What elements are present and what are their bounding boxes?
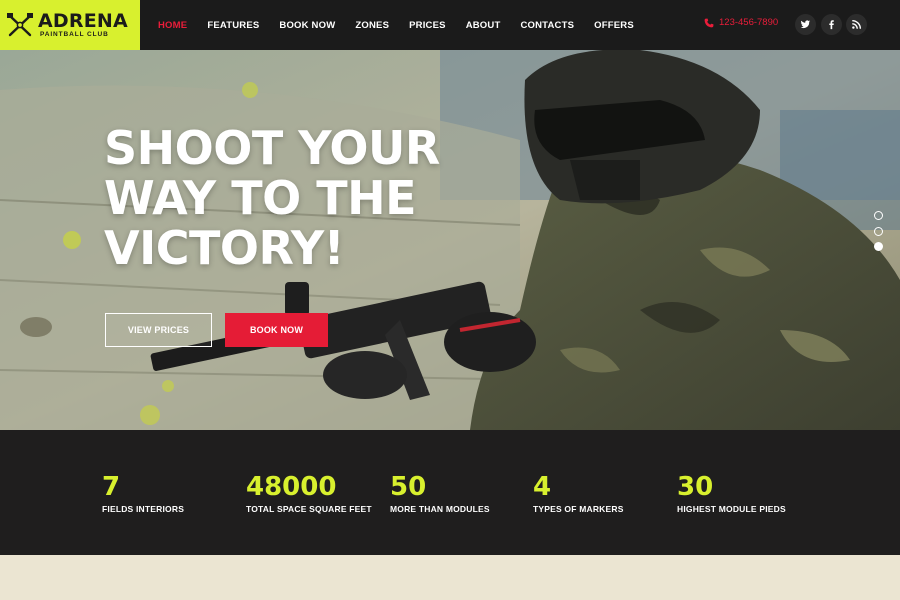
hero-headline-line-1: SHOOT YOUR bbox=[104, 121, 440, 175]
stat-value: 30 bbox=[677, 472, 714, 502]
site-header: ADRENA PAINTBALL CLUB HOME FEATURES BOOK… bbox=[0, 0, 900, 50]
main-nav: HOME FEATURES BOOK NOW ZONES PRICES ABOU… bbox=[158, 0, 654, 50]
twitter-button[interactable] bbox=[795, 14, 816, 35]
phone-number: 123-456-7890 bbox=[719, 17, 779, 28]
brand-name: ADRENA bbox=[38, 10, 128, 32]
nav-item-home[interactable]: HOME bbox=[158, 20, 187, 31]
stat-value: 7 bbox=[102, 472, 121, 502]
view-prices-button[interactable]: VIEW PRICES bbox=[105, 313, 212, 347]
facebook-button[interactable] bbox=[821, 14, 842, 35]
slider-dot-2[interactable] bbox=[874, 227, 883, 236]
facebook-icon bbox=[829, 20, 834, 30]
hero-headline: SHOOT YOUR WAY TO THE VICTORY! bbox=[104, 123, 524, 273]
nav-item-features[interactable]: FEATURES bbox=[207, 20, 259, 31]
stat-label: MORE THAN MODULES bbox=[390, 504, 490, 514]
phone-link[interactable]: 123-456-7890 bbox=[704, 17, 778, 28]
stat-label: TOTAL SPACE SQUARE FEET bbox=[246, 504, 372, 514]
stat-label: HIGHEST MODULE PIEDS bbox=[677, 504, 786, 514]
stats-bar: 7 FIELDS INTERIORS 48000 TOTAL SPACE SQU… bbox=[0, 430, 900, 555]
next-section-background bbox=[0, 555, 900, 600]
hero-headline-line-2: WAY TO THE bbox=[104, 171, 417, 225]
stat-value: 50 bbox=[390, 472, 427, 502]
stat-value: 48000 bbox=[246, 472, 337, 502]
book-now-button[interactable]: BOOK NOW bbox=[225, 313, 328, 347]
stat-item: 4 TYPES OF MARKERS bbox=[533, 472, 624, 514]
hero-headline-line-3: VICTORY! bbox=[104, 221, 345, 275]
nav-item-zones[interactable]: ZONES bbox=[355, 20, 389, 31]
rss-button[interactable] bbox=[846, 14, 867, 35]
phone-icon bbox=[704, 18, 714, 27]
stat-item: 50 MORE THAN MODULES bbox=[390, 472, 490, 514]
nav-item-about[interactable]: ABOUT bbox=[466, 20, 501, 31]
stat-label: FIELDS INTERIORS bbox=[102, 504, 185, 514]
slider-dot-1[interactable] bbox=[874, 211, 883, 220]
nav-item-book-now[interactable]: BOOK NOW bbox=[279, 20, 335, 31]
nav-item-offers[interactable]: OFFERS bbox=[594, 20, 634, 31]
brand-tagline: PAINTBALL CLUB bbox=[40, 31, 109, 38]
stat-item: 7 FIELDS INTERIORS bbox=[102, 472, 184, 514]
nav-item-contacts[interactable]: CONTACTS bbox=[520, 20, 574, 31]
crossed-markers-icon bbox=[7, 13, 33, 37]
stat-item: 30 HIGHEST MODULE PIEDS bbox=[677, 472, 786, 514]
nav-item-prices[interactable]: PRICES bbox=[409, 20, 446, 31]
twitter-icon bbox=[800, 20, 811, 29]
logo[interactable]: ADRENA PAINTBALL CLUB bbox=[0, 0, 140, 50]
stat-value: 4 bbox=[533, 472, 552, 502]
hero-slider: SHOOT YOUR WAY TO THE VICTORY! VIEW PRIC… bbox=[0, 50, 900, 430]
stat-item: 48000 TOTAL SPACE SQUARE FEET bbox=[246, 472, 372, 514]
stat-label: TYPES OF MARKERS bbox=[533, 504, 624, 514]
slider-dot-3[interactable] bbox=[874, 242, 883, 251]
rss-icon bbox=[852, 19, 862, 29]
